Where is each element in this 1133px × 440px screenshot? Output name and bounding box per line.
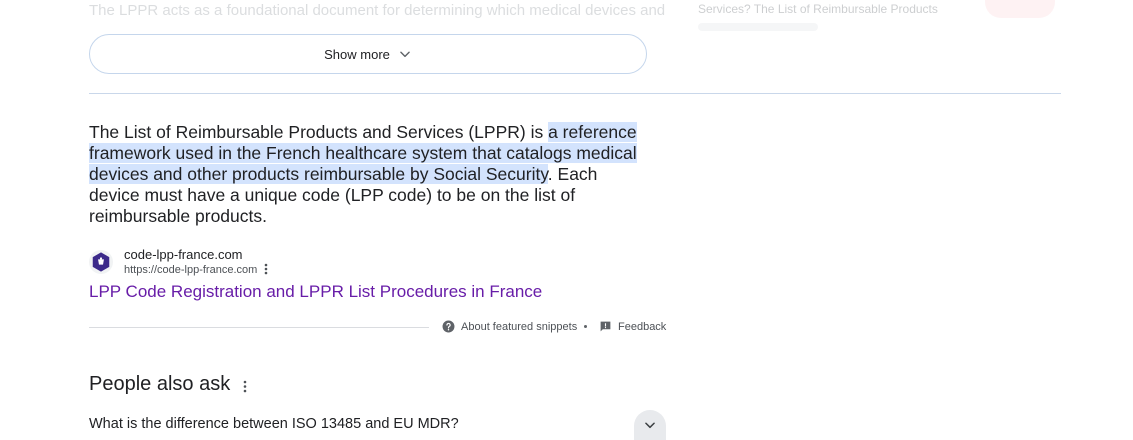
people-also-ask-more-icon[interactable]	[238, 377, 252, 395]
snippet-text-before: The List of Reimbursable Products and Se…	[89, 122, 549, 142]
about-featured-snippets-link[interactable]: About featured snippets	[442, 320, 577, 333]
faded-card-subline	[698, 23, 818, 31]
more-options-icon[interactable]	[259, 262, 273, 276]
section-divider	[89, 93, 1061, 94]
faded-paragraph: The LPPR acts as a foundational document…	[89, 2, 666, 19]
featured-snippet-text: The List of Reimbursable Products and Se…	[89, 122, 649, 227]
chevron-down-icon	[645, 422, 655, 429]
expand-question-button[interactable]	[634, 410, 666, 440]
chevron-down-icon	[400, 51, 410, 58]
result-title-link[interactable]: LPP Code Registration and LPPR List Proc…	[89, 282, 542, 302]
show-more-label: Show more	[324, 46, 390, 62]
faded-card-title: Services? The List of Reimbursable Produ…	[698, 2, 938, 16]
question-text: What is the difference between ISO 13485…	[89, 416, 459, 432]
source-url[interactable]: https://code-lpp-france.com	[124, 264, 257, 276]
snippet-footer-divider	[89, 327, 429, 328]
feedback-link[interactable]: Feedback	[599, 320, 666, 333]
help-icon	[442, 320, 455, 333]
feedback-label: Feedback	[618, 320, 667, 333]
feedback-icon	[600, 321, 611, 332]
about-featured-snippets-label: About featured snippets	[461, 320, 578, 333]
people-also-ask-question[interactable]: What is the difference between ISO 13485…	[89, 410, 666, 440]
show-more-button[interactable]: Show more	[89, 34, 647, 74]
footer-separator-dot	[584, 325, 587, 328]
site-logo-icon[interactable]	[89, 250, 113, 274]
faded-thumbnail	[985, 0, 1055, 18]
people-also-ask-heading: People also ask	[89, 373, 231, 395]
source-site-name[interactable]: code-lpp-france.com	[124, 247, 243, 262]
